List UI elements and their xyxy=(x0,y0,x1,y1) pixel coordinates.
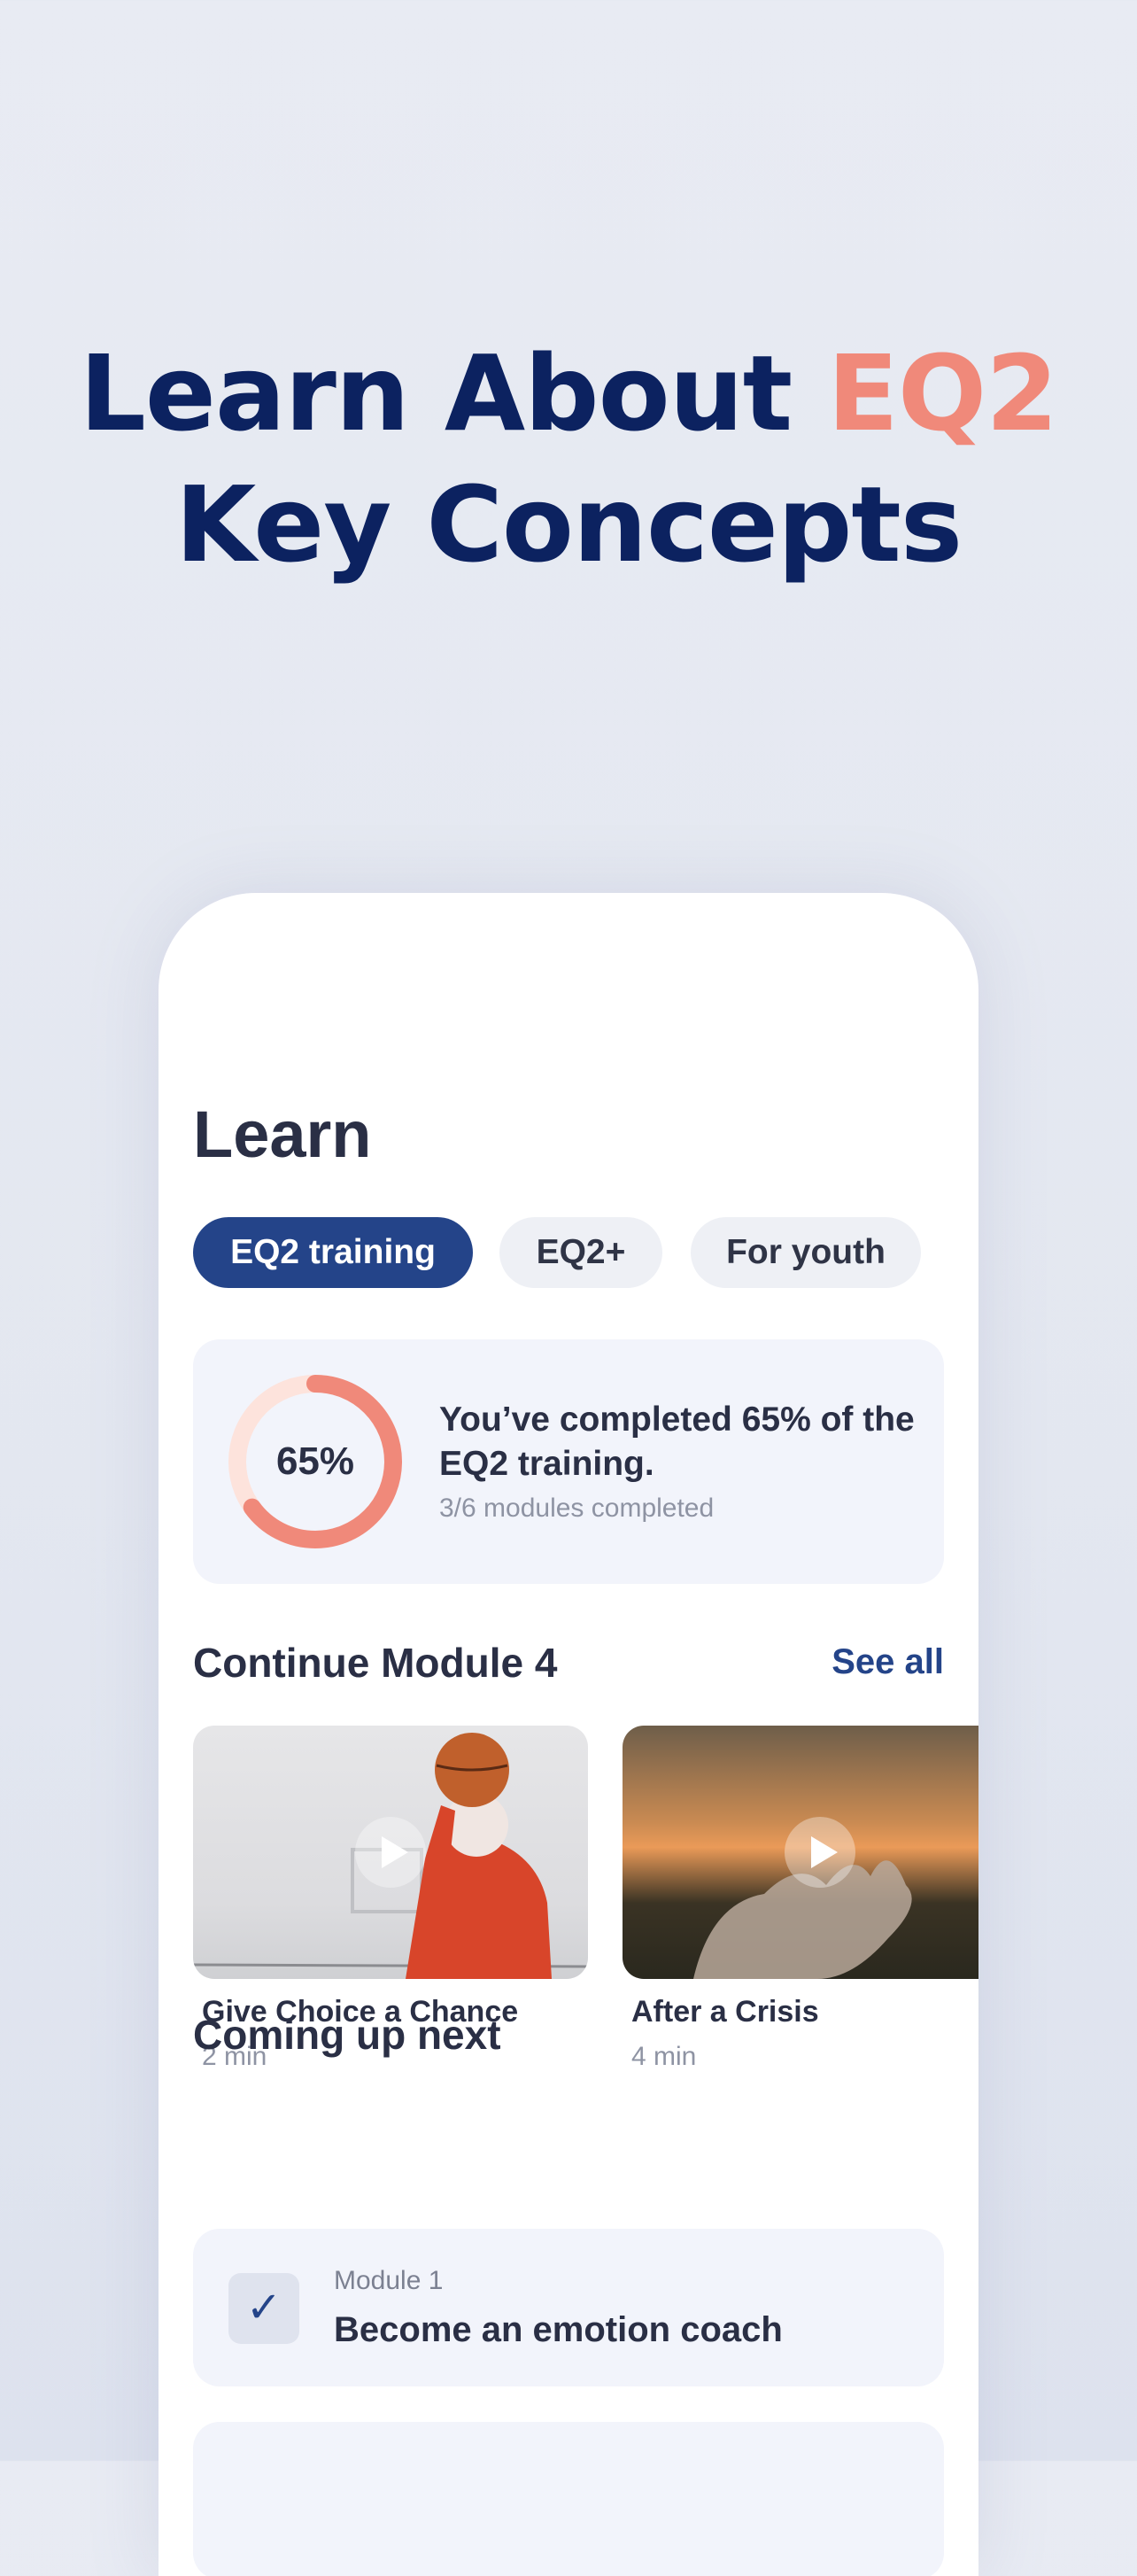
play-icon[interactable] xyxy=(355,1817,426,1888)
coming-up-title: Coming up next xyxy=(193,2012,501,2058)
tab-eq2-training[interactable]: EQ2 training xyxy=(193,1217,473,1288)
tab-for-youth[interactable]: For youth xyxy=(691,1217,921,1288)
progress-sub: 3/6 modules completed xyxy=(439,1494,715,1523)
headline: Learn About EQ2 Key Concepts xyxy=(0,328,1137,590)
headline-line1: Learn About xyxy=(79,332,793,454)
play-icon[interactable] xyxy=(785,1817,855,1888)
headline-line2: Key Concepts xyxy=(174,463,963,586)
video-card[interactable]: After a Crisis 4 min xyxy=(623,1726,978,2072)
video-title: After a Crisis xyxy=(631,1995,819,2029)
module-title: Become an emotion coach xyxy=(334,2310,783,2349)
continue-title: Continue Module 4 xyxy=(193,1640,558,1686)
module-label: Module 1 xyxy=(334,2266,444,2295)
progress-percent: 65% xyxy=(275,1439,355,1483)
tab-eq2-plus[interactable]: EQ2+ xyxy=(499,1217,662,1288)
phone-screen: Learn EQ2 training EQ2+ For youth 65% Yo… xyxy=(159,893,978,2576)
checkmark-icon[interactable]: ✓ xyxy=(228,2273,299,2344)
see-all-link[interactable]: See all xyxy=(831,1642,944,1682)
video-thumbnail xyxy=(193,1726,588,1979)
progress-message: You’ve completed 65% of the EQ2 training… xyxy=(439,1401,915,1483)
module-card-partial[interactable] xyxy=(193,2422,944,2576)
progress-card: 65% You’ve completed 65% of the EQ2 trai… xyxy=(193,1339,944,1584)
headline-accent: EQ2 xyxy=(827,332,1058,454)
video-duration: 4 min xyxy=(631,2042,697,2071)
module-card[interactable]: ✓ Module 1 Become an emotion coach xyxy=(193,2229,944,2386)
page-title: Learn xyxy=(193,1098,372,1171)
video-thumbnail xyxy=(623,1726,978,1979)
